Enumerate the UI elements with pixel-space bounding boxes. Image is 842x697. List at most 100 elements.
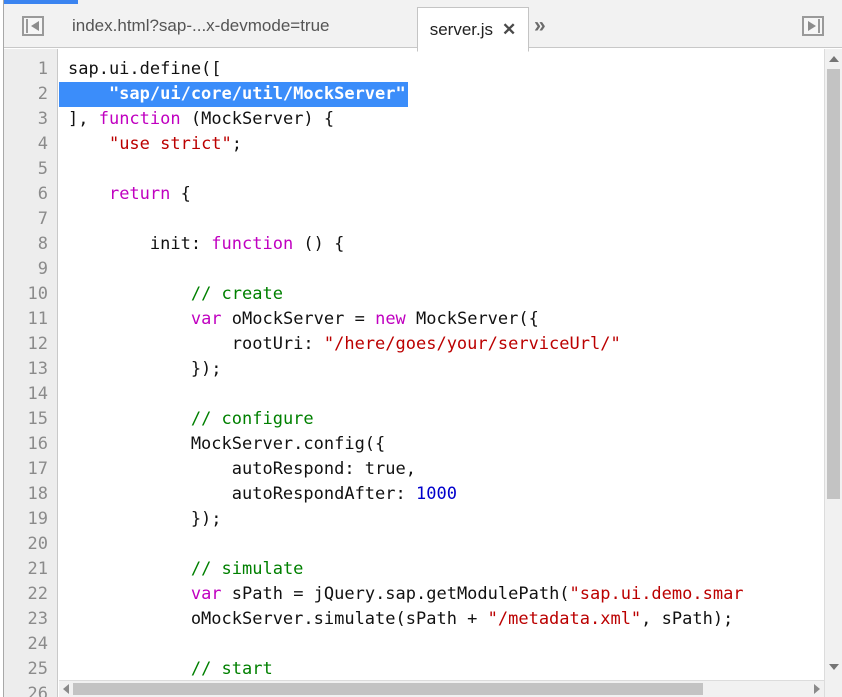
tab-bar: index.html?sap-...x-devmode=true server.… [4, 4, 842, 52]
token-plain: (MockServer) { [180, 109, 335, 129]
token-plain: init: [68, 234, 212, 254]
code-line-text: oMockServer.simulate(sPath + "/metadata.… [59, 607, 842, 632]
token-keyword: function [211, 234, 294, 254]
line-number: 14 [27, 384, 48, 404]
code-line-text: var oMockServer = new MockServer({ [59, 307, 842, 332]
scroll-down-arrow-icon[interactable] [825, 659, 842, 675]
tab-scroll-right-button[interactable] [798, 12, 828, 40]
token-plain: autoRespondAfter: [68, 484, 416, 504]
token-plain: autoRespond: true, [68, 459, 416, 479]
code-line[interactable]: autoRespond: true, [59, 457, 842, 482]
code-line[interactable]: "use strict"; [59, 132, 842, 157]
line-number: 5 [37, 159, 48, 179]
code-line[interactable]: return { [59, 182, 842, 207]
scroll-right-arrow-icon[interactable] [810, 681, 824, 697]
code-line-text: ], function (MockServer) { [59, 107, 842, 132]
token-plain: ], [68, 109, 99, 129]
token-plain: () { [293, 234, 345, 254]
close-icon[interactable]: ✕ [502, 21, 516, 38]
code-line[interactable]: rootUri: "/here/goes/your/serviceUrl/" [59, 332, 842, 357]
scroll-up-arrow-icon[interactable] [825, 51, 842, 67]
code-line[interactable]: init: function () { [59, 232, 842, 257]
token-comment: // start [190, 659, 273, 679]
code-line[interactable]: "sap/ui/core/util/MockServer" [59, 82, 842, 107]
code-line[interactable]: // configure [59, 407, 842, 432]
code-line-selected: "sap/ui/core/util/MockServer" [59, 82, 408, 107]
scroll-left-icon [22, 16, 44, 36]
code-line-text: var sPath = jQuery.sap.getModulePath("sa… [59, 582, 842, 607]
code-line-text: // start [59, 657, 842, 682]
line-number: 24 [27, 634, 48, 654]
line-number: 15 [27, 409, 48, 429]
code-line[interactable]: var oMockServer = new MockServer({ [59, 307, 842, 332]
code-line[interactable]: }); [59, 357, 842, 382]
code-line[interactable] [59, 257, 842, 282]
token-string: "use strict" [108, 134, 232, 154]
line-number: 13 [27, 359, 48, 379]
code-line[interactable] [59, 632, 842, 657]
editor-pane: 1 2 3 4 5 6 7 8 9 10 11 12 13 14 15 16 17 18 19 20 21 22 23 24 2… [4, 49, 842, 697]
code-line-text: // configure [59, 407, 842, 432]
tab-overflow-chevron-icon[interactable]: » [534, 15, 546, 36]
horizontal-scrollbar[interactable] [59, 680, 824, 697]
scroll-left-arrow-icon[interactable] [59, 681, 73, 697]
line-number: 9 [37, 259, 48, 279]
line-number: 22 [27, 584, 48, 604]
tab-scroll-left-button[interactable] [18, 12, 48, 40]
code-line-text: autoRespondAfter: 1000 [59, 482, 842, 507]
code-line[interactable]: sap.ui.define([ [59, 57, 842, 82]
tab-server-js-label: server.js [429, 19, 494, 39]
tab-index-html[interactable]: index.html?sap-...x-devmode=true [56, 4, 346, 48]
loading-progress-bar [4, 0, 78, 4]
line-number: 7 [37, 209, 48, 229]
code-line[interactable]: // create [59, 282, 842, 307]
token-keyword: new [375, 309, 406, 329]
token-comment: // create [190, 284, 283, 304]
code-line[interactable] [59, 532, 842, 557]
code-line[interactable]: // start [59, 657, 842, 682]
code-line[interactable]: ], function (MockServer) { [59, 107, 842, 132]
line-number: 4 [37, 134, 48, 154]
line-number: 26 [27, 684, 48, 697]
line-number: 11 [27, 309, 48, 329]
token-plain: MockServer({ [405, 309, 539, 329]
code-line[interactable] [59, 207, 842, 232]
line-number: 16 [27, 434, 48, 454]
code-line-text: return { [59, 182, 842, 207]
code-line[interactable]: autoRespondAfter: 1000 [59, 482, 842, 507]
code-line-text: }); [59, 357, 842, 382]
tab-server-js[interactable]: server.js ✕ [417, 7, 529, 52]
line-number: 6 [37, 184, 48, 204]
vertical-scrollbar-thumb[interactable] [827, 69, 840, 499]
code-line[interactable]: // simulate [59, 557, 842, 582]
code-line[interactable]: }); [59, 507, 842, 532]
code-line[interactable]: oMockServer.simulate(sPath + "/metadata.… [59, 607, 842, 632]
window-left-border [3, 0, 4, 697]
line-number: 8 [37, 234, 48, 254]
code-line[interactable]: var sPath = jQuery.sap.getModulePath("sa… [59, 582, 842, 607]
code-line-text: "use strict"; [59, 132, 842, 157]
token-plain: rootUri: [68, 334, 324, 354]
code-line-text: rootUri: "/here/goes/your/serviceUrl/" [59, 332, 842, 357]
vertical-scrollbar[interactable] [824, 49, 842, 697]
scroll-right-icon [802, 16, 824, 36]
token-string: "sap.ui.demo.smar [569, 584, 744, 604]
code-line[interactable] [59, 157, 842, 182]
code-line[interactable]: MockServer.config({ [59, 432, 842, 457]
code-text-area[interactable]: sap.ui.define([ "sap/ui/core/util/MockSe… [59, 49, 842, 697]
code-line-text: MockServer.config({ [59, 432, 842, 457]
token-plain: sap.ui.define([ [68, 59, 222, 79]
line-number: 10 [27, 284, 48, 304]
line-number: 1 [37, 59, 48, 79]
code-line[interactable] [59, 382, 842, 407]
horizontal-scrollbar-thumb[interactable] [73, 683, 703, 695]
line-number: 17 [27, 459, 48, 479]
